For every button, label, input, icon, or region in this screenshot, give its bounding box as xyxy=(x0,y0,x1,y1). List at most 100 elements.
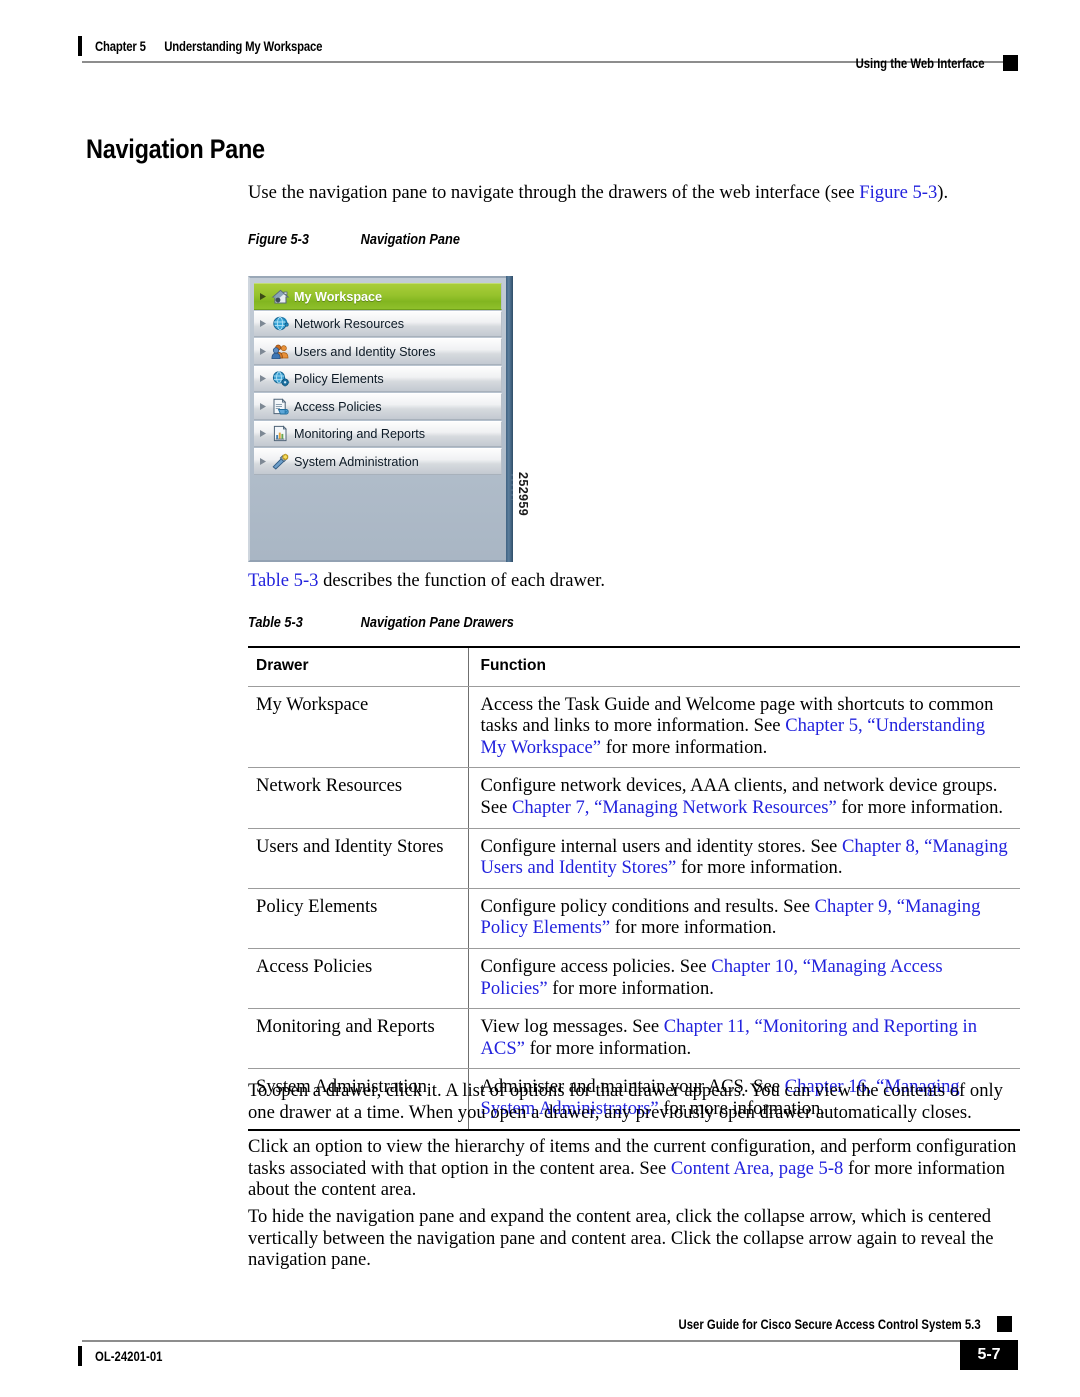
figure-caption-wrap: Figure 5-3 Navigation Pane xyxy=(248,232,1020,248)
cell-function-0-text-2: for more information. xyxy=(601,736,768,758)
page-footer: User Guide for Cisco Secure Access Contr… xyxy=(0,1308,1080,1388)
cell-drawer-name: My Workspace xyxy=(248,686,468,769)
footer-guide-block: User Guide for Cisco Secure Access Contr… xyxy=(621,1316,1012,1332)
page-header: Chapter 5 Understanding My Workspace Usin… xyxy=(0,0,1080,86)
drawer-monitoring-and-reports[interactable]: Monitoring and Reports xyxy=(254,420,502,447)
paragraph-open-drawer: To open a drawer, click it. A list of op… xyxy=(248,1080,1020,1123)
footer-guide-title: User Guide for Cisco Secure Access Contr… xyxy=(678,1316,981,1332)
expand-arrow-icon[interactable] xyxy=(257,292,269,301)
column-header-function: Function xyxy=(467,645,1020,687)
cell-function-4-text-0: Configure access policies. See xyxy=(480,955,712,977)
drawer-label-access-policies: Access Policies xyxy=(294,398,382,414)
paragraph-0-text-0: To open a drawer, click it. A list of op… xyxy=(248,1080,1003,1123)
drawer-label-network-resources: Network Resources xyxy=(294,316,405,332)
figure-caption-title: Navigation Pane xyxy=(360,232,460,248)
network-globe-icon xyxy=(269,314,291,334)
cell-function-3-text-0: Configure policy conditions and results.… xyxy=(480,895,815,917)
cell-function-1-text-2: for more information. xyxy=(836,796,1004,818)
table-body: My Workspace Access the Task Guide and We… xyxy=(248,686,1020,1131)
cell-function-5-text-2: for more information. xyxy=(524,1037,692,1059)
header-square-marker xyxy=(1003,55,1018,71)
table-row: Network Resources Configure network devic… xyxy=(248,767,1020,829)
drawer-policy-elements[interactable]: Policy Elements xyxy=(254,365,502,392)
intro-paragraph: Use the navigation pane to navigate thro… xyxy=(248,182,1020,204)
footer-square-marker xyxy=(997,1316,1012,1332)
drawer-label-my-workspace: My Workspace xyxy=(294,288,383,304)
drawer-label-users-and-identity-stores: Users and Identity Stores xyxy=(294,343,436,359)
intro-text-suffix: ). xyxy=(937,182,949,203)
cell-drawer-function: Configure policy conditions and results.… xyxy=(467,888,1020,949)
paragraph-click-option-wrap: Click an option to view the hierarchy of… xyxy=(248,1136,1020,1201)
cell-function-2-text-2: for more information. xyxy=(676,857,843,879)
cell-drawer-name: Users and Identity Stores xyxy=(248,828,468,889)
table-row: Access Policies Configure access policies… xyxy=(248,948,1020,1010)
drawer-users-and-identity-stores[interactable]: Users and Identity Stores xyxy=(254,338,502,365)
table-caption-title: Navigation Pane Drawers xyxy=(360,615,514,631)
footer-page-number: 5-7 xyxy=(960,1340,1018,1370)
cell-function-4-text-2: for more information. xyxy=(547,977,714,999)
figure-5-3-link[interactable]: Figure 5-3 xyxy=(859,182,937,203)
table-5-3-link[interactable]: Table 5-3 xyxy=(248,570,318,591)
footer-rule xyxy=(82,1340,1018,1342)
column-header-drawer: Drawer xyxy=(248,645,468,687)
paragraph-1-link-1[interactable]: Content Area, page 5-8 xyxy=(671,1158,843,1179)
intro-paragraph-wrap: Use the navigation pane to navigate thro… xyxy=(248,182,1020,204)
drawer-label-system-administration: System Administration xyxy=(294,453,419,469)
cell-function-1-link-1[interactable]: Chapter 7, “Managing Network Resources” xyxy=(512,797,837,818)
cell-function-2-text-0: Configure internal users and identity st… xyxy=(480,835,842,857)
expand-arrow-icon[interactable] xyxy=(257,319,269,328)
expand-arrow-icon[interactable] xyxy=(257,429,269,438)
table-caption-wrap: Table 5-3 Navigation Pane Drawers xyxy=(248,615,1020,631)
expand-arrow-icon[interactable] xyxy=(257,374,269,383)
home-icon xyxy=(269,286,291,306)
header-chapter-number: Chapter 5 xyxy=(95,38,146,54)
paragraph-2-text-0: To hide the navigation pane and expand t… xyxy=(248,1206,994,1271)
navigation-pane-drawers-table: Drawer Function My Workspace Access the T… xyxy=(248,645,1020,1131)
table-intro-rest: describes the function of each drawer. xyxy=(318,570,606,591)
navigation-pane-right-edge xyxy=(506,276,513,562)
table-intro-paragraph: Table 5-3 describes the function of each… xyxy=(248,570,1020,592)
header-chapter-block: Chapter 5 Understanding My Workspace xyxy=(78,36,366,56)
cell-function-3-text-2: for more information. xyxy=(610,917,777,939)
navigation-pane: My Workspace Network Resources Users and… xyxy=(248,276,506,562)
policy-gear-globe-icon xyxy=(269,369,291,389)
footer-docid-block: OL-24201-01 xyxy=(78,1346,175,1366)
access-document-icon xyxy=(269,396,291,416)
intro-text-prefix: Use the navigation pane to navigate thro… xyxy=(248,182,860,203)
table-head: Drawer Function xyxy=(248,645,1020,687)
table-row: My Workspace Access the Task Guide and We… xyxy=(248,686,1020,769)
drawer-label-policy-elements: Policy Elements xyxy=(294,371,384,387)
paragraph-click-option: Click an option to view the hierarchy of… xyxy=(248,1136,1020,1201)
header-section-label: Using the Web Interface xyxy=(856,55,985,71)
cell-drawer-name: Network Resources xyxy=(248,767,468,829)
figure-navigation-pane: My Workspace Network Resources Users and… xyxy=(248,276,538,566)
expand-arrow-icon[interactable] xyxy=(257,402,269,411)
bar-chart-report-icon xyxy=(269,424,291,444)
table-intro-wrap: Table 5-3 describes the function of each… xyxy=(248,570,1020,592)
drawer-access-policies[interactable]: Access Policies xyxy=(254,393,502,420)
cell-drawer-name: Policy Elements xyxy=(248,888,468,949)
header-section-block: Using the Web Interface xyxy=(831,55,1018,71)
drawer-network-resources[interactable]: Network Resources xyxy=(254,310,502,337)
figure-caption-number: Figure 5-3 xyxy=(248,232,309,248)
expand-arrow-icon[interactable] xyxy=(257,457,269,466)
cell-drawer-function: Configure internal users and identity st… xyxy=(467,828,1020,889)
drawer-my-workspace[interactable]: My Workspace xyxy=(254,283,502,310)
header-chapter-text: Chapter 5 Understanding My Workspace xyxy=(95,39,322,54)
drawer-label-monitoring-and-reports: Monitoring and Reports xyxy=(294,426,426,442)
tools-admin-icon xyxy=(269,451,291,471)
paragraph-open-drawer-wrap: To open a drawer, click it. A list of op… xyxy=(248,1080,1020,1123)
figure-id-ticks xyxy=(510,474,513,500)
cell-drawer-function: Access the Task Guide and Welcome page w… xyxy=(467,686,1020,769)
drawer-system-administration[interactable]: System Administration xyxy=(254,448,502,475)
header-tick-mark xyxy=(78,36,82,56)
navigation-drawer-list: My Workspace Network Resources Users and… xyxy=(254,283,502,476)
table-header-row: Drawer Function xyxy=(248,645,1020,687)
table-caption-number: Table 5-3 xyxy=(248,615,303,631)
cell-drawer-name: Monitoring and Reports xyxy=(248,1008,468,1070)
expand-arrow-icon[interactable] xyxy=(257,347,269,356)
table-row: Monitoring and Reports View log messages.… xyxy=(248,1008,1020,1070)
figure-caption: Figure 5-3 Navigation Pane xyxy=(248,232,927,248)
users-icon xyxy=(269,341,291,361)
table-caption: Table 5-3 Navigation Pane Drawers xyxy=(248,615,927,631)
